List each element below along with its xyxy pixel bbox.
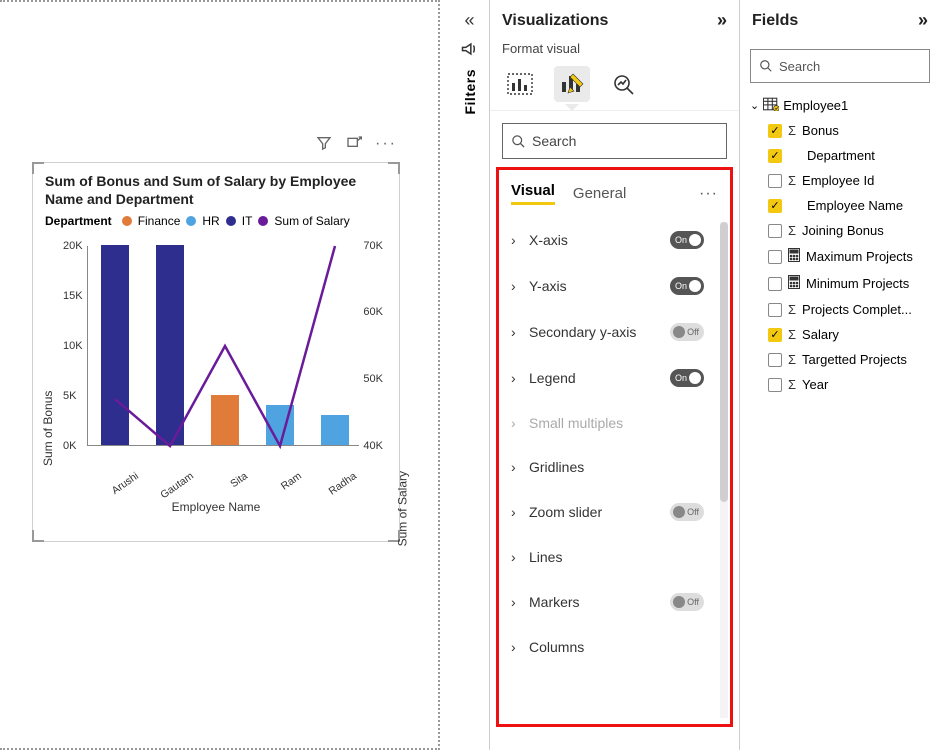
field-employee-name[interactable]: ✓ Employee Name (750, 193, 930, 218)
row-legend[interactable]: › Legend On (505, 355, 710, 401)
row-x-axis[interactable]: › X-axis On (505, 217, 710, 263)
row-secondary-y-axis[interactable]: › Secondary y-axis Off (505, 309, 710, 355)
chart-visual[interactable]: ··· Sum of Bonus and Sum of Salary by Em… (32, 162, 400, 542)
build-visual-tab[interactable] (502, 66, 538, 102)
field-targetted-projects[interactable]: Σ Targetted Projects (750, 347, 930, 372)
checkbox-icon[interactable] (768, 378, 782, 392)
format-search[interactable]: Search (502, 123, 727, 159)
toggle-y-axis[interactable]: On (670, 277, 704, 295)
sigma-icon: Σ (788, 123, 796, 138)
checkbox-icon[interactable] (768, 303, 782, 317)
field-minimum-projects[interactable]: Minimum Projects (750, 270, 930, 297)
tab-more-icon[interactable]: ··· (699, 185, 718, 203)
scrollbar-thumb[interactable] (720, 222, 728, 502)
field-year[interactable]: Σ Year (750, 372, 930, 397)
row-y-axis[interactable]: › Y-axis On (505, 263, 710, 309)
checkbox-icon[interactable] (768, 277, 782, 291)
sigma-icon: Σ (788, 173, 796, 188)
row-gridlines[interactable]: › Gridlines (505, 445, 710, 489)
checkbox-checked-icon[interactable]: ✓ (768, 149, 782, 163)
filters-label: Filters (462, 69, 478, 115)
search-icon (511, 134, 526, 149)
chart-title: Sum of Bonus and Sum of Salary by Employ… (33, 163, 399, 214)
sigma-icon: Σ (788, 377, 796, 392)
filters-pane-collapsed[interactable]: « Filters (450, 0, 490, 750)
chevron-right-icon: › (511, 504, 523, 520)
chevron-right-icon: › (511, 324, 523, 340)
salary-line (88, 246, 359, 445)
caret-down-icon: ⌄ (750, 99, 759, 112)
x-axis-ticks: Arushi Gautam Sita Ram Radha (87, 470, 359, 482)
chevron-right-icon: › (511, 549, 523, 565)
viz-subtitle: Format visual (490, 41, 739, 66)
field-salary[interactable]: ✓ Σ Salary (750, 322, 930, 347)
y-axis-right-label: Sum of Salary (395, 471, 409, 546)
chevron-right-icon: › (511, 415, 523, 431)
calculator-icon (788, 275, 800, 292)
toggle-x-axis[interactable]: On (670, 231, 704, 249)
checkbox-checked-icon[interactable]: ✓ (768, 199, 782, 213)
format-options-highlight: Visual General ··· › X-axis On › Y-axis … (496, 167, 733, 727)
fields-panel: Fields » Search ⌄ Employee1 ✓ Σ Bonus ✓ … (740, 0, 940, 750)
toggle-secondary-y-axis[interactable]: Off (670, 323, 704, 341)
checkbox-icon[interactable] (768, 224, 782, 238)
checkbox-checked-icon[interactable]: ✓ (768, 124, 782, 138)
field-department[interactable]: ✓ Department (750, 143, 930, 168)
row-lines[interactable]: › Lines (505, 535, 710, 579)
announce-icon (460, 39, 480, 59)
tab-general[interactable]: General (573, 185, 626, 202)
row-columns[interactable]: › Columns (505, 625, 710, 669)
table-icon (763, 97, 779, 114)
checkbox-icon[interactable] (768, 174, 782, 188)
checkbox-icon[interactable] (768, 250, 782, 264)
visualizations-panel: Visualizations » Format visual Search Vi… (490, 0, 740, 750)
chart-legend: Department Finance HR IT Sum of Salary (33, 214, 399, 236)
more-options-icon[interactable]: ··· (375, 135, 397, 156)
toggle-legend[interactable]: On (670, 369, 704, 387)
analytics-tab[interactable] (606, 66, 642, 102)
field-employee-id[interactable]: Σ Employee Id (750, 168, 930, 193)
field-maximum-projects[interactable]: Maximum Projects (750, 243, 930, 270)
field-bonus[interactable]: ✓ Σ Bonus (750, 118, 930, 143)
report-canvas[interactable]: ··· Sum of Bonus and Sum of Salary by Em… (0, 0, 440, 750)
collapse-viz-icon[interactable]: » (717, 10, 727, 31)
tab-visual[interactable]: Visual (511, 182, 555, 205)
checkbox-checked-icon[interactable]: ✓ (768, 328, 782, 342)
row-small-multiples: › Small multiples (505, 401, 710, 445)
chevron-right-icon: › (511, 232, 523, 248)
filter-icon[interactable] (315, 135, 333, 156)
format-visual-tab[interactable] (554, 66, 590, 102)
field-joining-bonus[interactable]: Σ Joining Bonus (750, 218, 930, 243)
table-employee1[interactable]: ⌄ Employee1 (750, 93, 930, 118)
field-projects-completed[interactable]: Σ Projects Complet... (750, 297, 930, 322)
chevron-right-icon: › (511, 594, 523, 610)
expand-filters-icon[interactable]: « (450, 10, 489, 31)
toggle-zoom-slider[interactable]: Off (670, 503, 704, 521)
toggle-markers[interactable]: Off (670, 593, 704, 611)
chevron-right-icon: › (511, 639, 523, 655)
sigma-icon: Σ (788, 352, 796, 367)
checkbox-icon[interactable] (768, 353, 782, 367)
fields-title: Fields (752, 12, 798, 30)
search-icon (759, 59, 773, 73)
fields-search[interactable]: Search (750, 49, 930, 83)
chevron-right-icon: › (511, 370, 523, 386)
calculator-icon (788, 248, 800, 265)
sigma-icon: Σ (788, 302, 796, 317)
y-axis-left-label: Sum of Bonus (41, 391, 55, 466)
chevron-right-icon: › (511, 459, 523, 475)
chevron-right-icon: › (511, 278, 523, 294)
focus-mode-icon[interactable] (345, 135, 363, 156)
row-markers[interactable]: › Markers Off (505, 579, 710, 625)
sigma-icon: Σ (788, 223, 796, 238)
collapse-fields-icon[interactable]: » (918, 10, 928, 31)
viz-title: Visualizations (502, 12, 608, 30)
sigma-icon: Σ (788, 327, 796, 342)
row-zoom-slider[interactable]: › Zoom slider Off (505, 489, 710, 535)
